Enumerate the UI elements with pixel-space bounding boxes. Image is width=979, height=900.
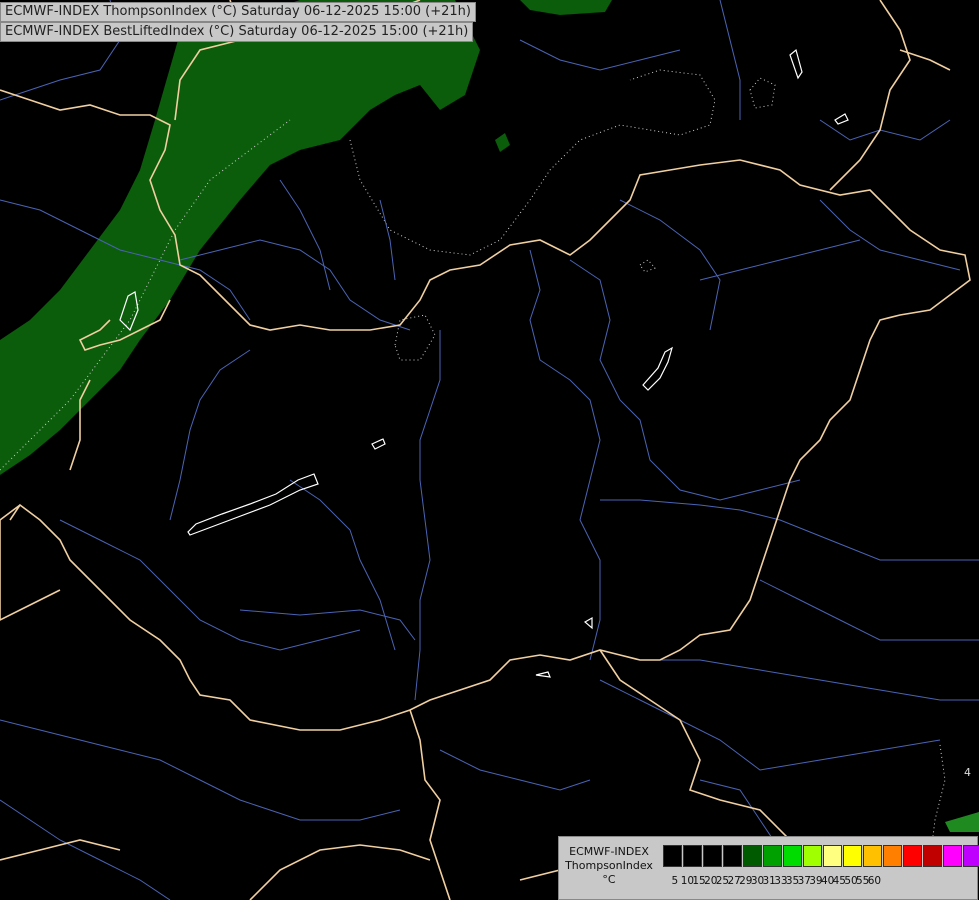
legend-tick-label: 5 <box>671 875 679 887</box>
legend-tick-label: 50 <box>844 875 858 887</box>
legend-tick-label: 39 <box>809 875 823 887</box>
legend-swatch <box>783 845 802 867</box>
legend-name-line1: ECMWF-INDEX <box>569 845 649 858</box>
legend-tick-label: 31 <box>762 875 776 887</box>
legend-tick-label: 10 <box>680 875 695 887</box>
contour-value-label: 4 <box>964 766 971 779</box>
legend-tick-label: 25 <box>715 875 730 887</box>
legend-swatch <box>963 845 979 867</box>
legend-title: ECMWF-INDEX ThompsonIndex °C <box>559 845 659 887</box>
legend-swatch <box>883 845 902 867</box>
legend-swatch <box>943 845 962 867</box>
legend-swatch <box>663 845 682 867</box>
weather-map <box>0 0 979 900</box>
legend-swatch <box>823 845 842 867</box>
legend-tick-label: 29 <box>739 875 753 887</box>
color-legend: ECMWF-INDEX ThompsonIndex °C 5 10 15 20 25 27… <box>558 836 979 900</box>
legend-swatch <box>723 845 742 867</box>
legend-tick-label: 30 <box>750 875 765 887</box>
legend-tick-label: 35 <box>785 875 800 887</box>
map-title-thompson-index: ECMWF-INDEX ThompsonIndex (°C) Saturday … <box>0 2 476 22</box>
legend-swatches <box>663 845 979 867</box>
legend-tick-label: 37 <box>797 875 811 887</box>
legend-tick-label: 15 <box>692 875 706 887</box>
legend-swatch <box>903 845 922 867</box>
legend-tick-label: 60 <box>867 875 882 887</box>
legend-swatch <box>863 845 882 867</box>
legend-swatch <box>923 845 942 867</box>
legend-swatch <box>843 845 862 867</box>
legend-tick-label: 45 <box>832 875 846 887</box>
legend-tick-label: 27 <box>727 875 741 887</box>
map-title-best-lifted-index: ECMWF-INDEX BestLiftedIndex (°C) Saturda… <box>0 22 474 42</box>
legend-ticks: 5 10 15 20 25 27 29 30 31 33 35 37 39 40 45 50 55 60 <box>669 875 882 887</box>
legend-tick-label: 33 <box>774 875 788 887</box>
legend-tick-label: 55 <box>856 875 870 887</box>
legend-swatch <box>763 845 782 867</box>
legend-tick-label: 20 <box>704 875 718 887</box>
legend-name-line2: ThompsonIndex <box>565 859 653 872</box>
legend-unit: °C <box>602 873 616 886</box>
legend-swatch <box>743 845 762 867</box>
legend-swatch <box>803 845 822 867</box>
legend-tick-label: 40 <box>820 875 835 887</box>
legend-swatch <box>703 845 722 867</box>
legend-swatch <box>683 845 702 867</box>
